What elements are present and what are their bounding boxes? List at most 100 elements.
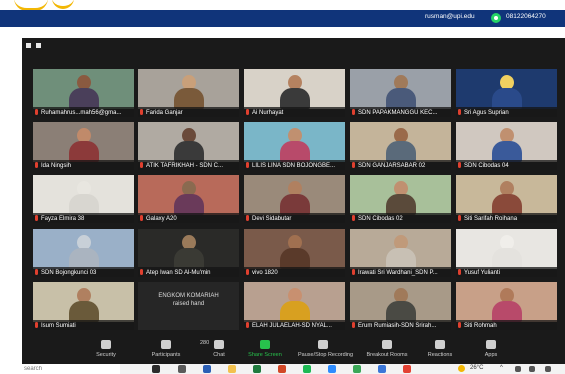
name-bar: SDN Cibodas 02 [350, 213, 451, 223]
task-view-icon[interactable] [152, 365, 160, 373]
participant-tile[interactable]: Farida Ganjar [138, 69, 239, 117]
participant-tile[interactable]: Irawati Sri Wardhani_SDN P... [350, 229, 451, 277]
participant-tile[interactable]: ENGKOM KOMARIAH raised hand [138, 282, 239, 330]
mic-muted-icon [246, 162, 249, 168]
participant-tile[interactable]: Ruhamahrus...mah56@gma... [33, 69, 134, 117]
search-input[interactable] [0, 364, 120, 374]
participant-tile[interactable]: SDN Bojongkunci 03 [33, 229, 134, 277]
mic-muted-icon [352, 215, 355, 221]
name-bar: Ida Ningsih [33, 160, 134, 170]
tray-chevron-icon[interactable]: ^ [500, 365, 503, 371]
participant-tile[interactable]: SDN Cibodas 02 [350, 175, 451, 223]
meeting-window: Ruhamahrus...mah56@gma... Farida Ganjar Ai… [22, 38, 565, 364]
participant-tile[interactable]: Isum Sumiati [33, 282, 134, 330]
participant-body [280, 301, 310, 322]
participant-tile[interactable]: Yusuf Yulianti [456, 229, 557, 277]
mic-muted-icon [458, 215, 461, 221]
video-feed [350, 122, 451, 162]
name-bar: Yusuf Yulianti [456, 267, 557, 277]
participant-tile[interactable]: Fayza Elmira 38 [33, 175, 134, 223]
people-button[interactable]: Participants [141, 338, 191, 362]
participant-figure [386, 288, 416, 322]
reactions-button[interactable]: Reactions [415, 338, 465, 362]
file-explorer-icon[interactable] [228, 365, 236, 373]
participant-tile[interactable]: LILIS LINA SDN BOJONGBE... [244, 122, 345, 170]
participant-figure [280, 181, 310, 215]
mic-muted-icon [352, 322, 355, 328]
video-feed [350, 175, 451, 215]
participant-body [69, 301, 99, 322]
name-bar: Sri Agus Suprian [456, 107, 557, 117]
participant-name: Ai Nurhayat [252, 110, 284, 116]
apps-button[interactable]: Apps [466, 338, 516, 362]
video-feed [33, 229, 134, 269]
participant-tile[interactable]: Ida Ningsih [33, 122, 134, 170]
video-feed [138, 175, 239, 215]
mic-muted-icon [35, 269, 38, 275]
participant-name: Ruhamahrus...mah56@gma... [41, 110, 122, 116]
share-screen-icon [260, 340, 270, 349]
excel-icon[interactable] [253, 365, 261, 373]
participant-tile[interactable]: Ai Nurhayat [244, 69, 345, 117]
widgets-icon[interactable] [178, 365, 186, 373]
video-feed [244, 122, 345, 162]
info-icon[interactable] [26, 43, 31, 48]
gallery-grid: Ruhamahrus...mah56@gma... Farida Ganjar Ai… [33, 69, 560, 330]
participant-tile[interactable]: Devi Sidabutar [244, 175, 345, 223]
taskbar: 26°C ^ [0, 364, 565, 374]
participant-tile[interactable]: SDN PAPAKMANGGU KEC... [350, 69, 451, 117]
mic-muted-icon [140, 215, 143, 221]
participant-tile[interactable]: Erum Rumiasih-SDN Srirah... [350, 282, 451, 330]
powerpoint-icon[interactable] [278, 365, 286, 373]
video-feed [350, 282, 451, 322]
participant-name: Devi Sidabutar [252, 216, 292, 222]
participant-name: ENGKOM KOMARIAH [158, 293, 219, 299]
participant-tile[interactable]: ATIK TAFRIKHAH - SDN C... [138, 122, 239, 170]
mic-muted-icon [352, 162, 355, 168]
participant-body [69, 248, 99, 269]
mic-muted-icon [35, 322, 38, 328]
word-icon[interactable] [203, 365, 211, 373]
zoom-icon[interactable] [328, 365, 336, 373]
participant-tile[interactable]: ELAH JULAELAH-SD NYAL... [244, 282, 345, 330]
maps-icon[interactable] [353, 365, 361, 373]
participant-name: Siti Rohmah [464, 323, 497, 329]
participant-figure [69, 128, 99, 162]
participant-tile[interactable]: Galaxy A20 [138, 175, 239, 223]
chrome-icon[interactable] [403, 365, 411, 373]
toolbar-label: Security [96, 352, 116, 358]
participant-tile[interactable]: Siti Rohmah [456, 282, 557, 330]
participant-tile[interactable]: Atep Iwan SD Al-Mu'min [138, 229, 239, 277]
participant-tile[interactable]: Sri Agus Suprian [456, 69, 557, 117]
participant-figure [69, 181, 99, 215]
battery-icon[interactable] [545, 366, 551, 372]
participant-figure [69, 235, 99, 269]
participant-tile[interactable]: SDN GANJARSABAR 02 [350, 122, 451, 170]
view-icon[interactable] [36, 43, 41, 48]
contact-bar: rusman@upi.edu 08122064270 [0, 10, 565, 27]
name-bar: SDN Bojongkunci 03 [33, 267, 134, 277]
spotify-icon[interactable] [303, 365, 311, 373]
shield-button[interactable]: Security [81, 338, 131, 362]
participant-tile[interactable]: Siti Sarifah Roihana [456, 175, 557, 223]
volume-icon[interactable] [529, 366, 535, 372]
name-bar: ATIK TAFRIKHAH - SDN C... [138, 160, 239, 170]
share-screen-button[interactable]: Share Screen [240, 338, 290, 362]
recording-button[interactable]: Pause/Stop Recording [298, 338, 354, 362]
participant-tile[interactable]: SDN Cibodas 04 [456, 122, 557, 170]
edge-icon[interactable] [378, 365, 386, 373]
video-feed [33, 122, 134, 162]
participant-tile[interactable]: vivo 1820 [244, 229, 345, 277]
video-feed [456, 69, 557, 109]
weather-icon[interactable] [458, 365, 465, 372]
name-bar: LILIS LINA SDN BOJONGBE... [244, 160, 345, 170]
network-icon[interactable] [515, 366, 521, 372]
name-bar: Isum Sumiati [33, 320, 134, 330]
logo-arc-graphic-small [52, 0, 74, 9]
participant-name: ELAH JULAELAH-SD NYAL... [252, 323, 332, 329]
breakout-rooms-button[interactable]: Breakout Rooms [362, 338, 412, 362]
toolbar-label: Pause/Stop Recording [298, 352, 354, 358]
chat-button[interactable]: Chat [194, 338, 244, 362]
participant-name: LILIS LINA SDN BOJONGBE... [252, 163, 336, 169]
participant-name: Irawati Sri Wardhani_SDN P... [358, 270, 438, 276]
